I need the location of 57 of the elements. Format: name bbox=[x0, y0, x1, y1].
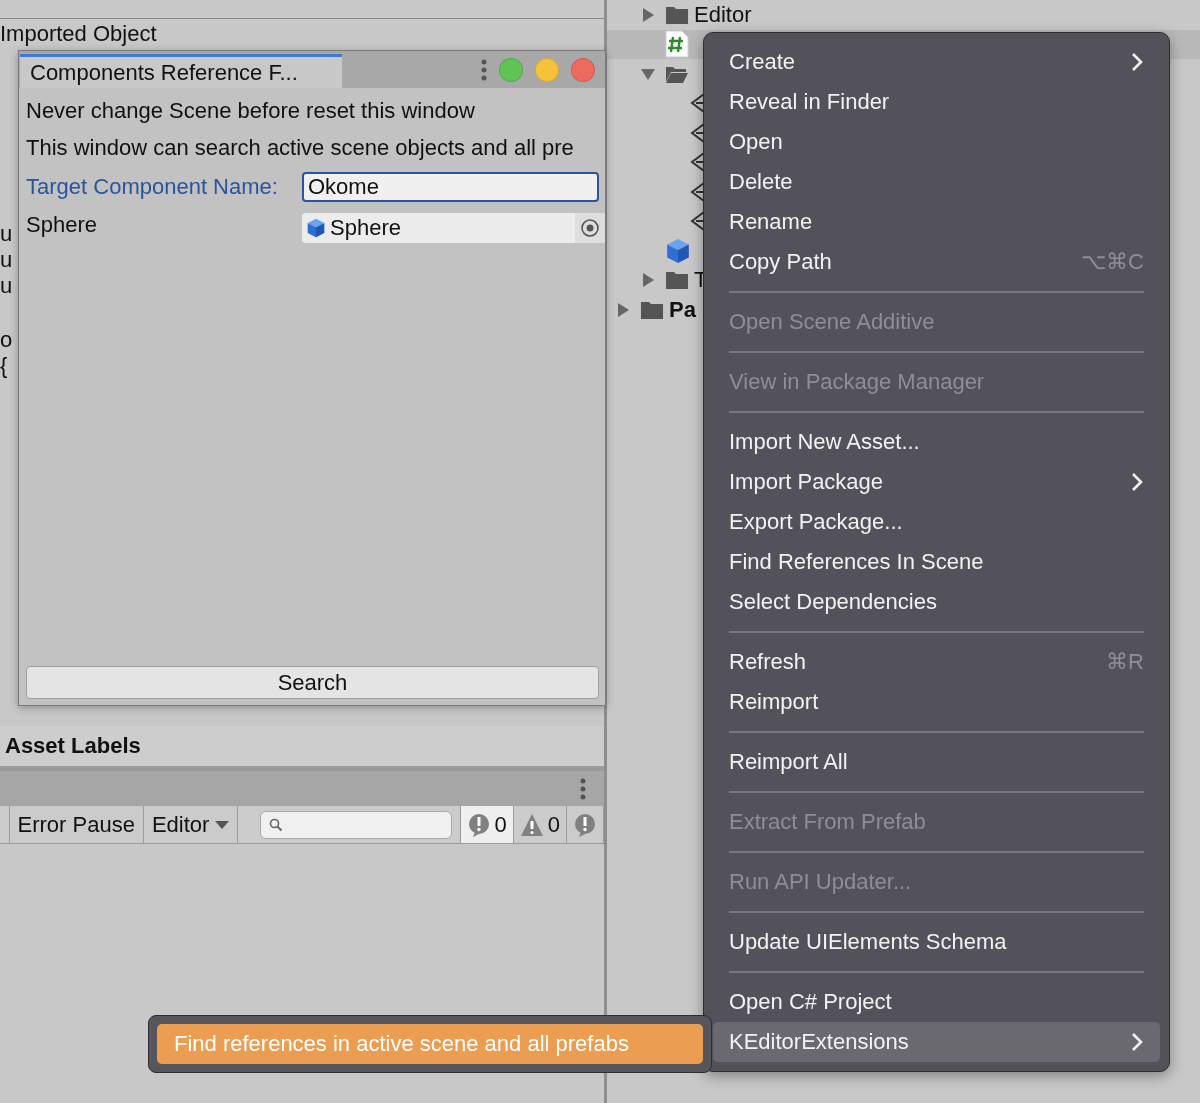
menu-item[interactable]: Delete bbox=[713, 162, 1160, 203]
error-icon bbox=[466, 812, 491, 837]
asset-labels-title: Asset Labels bbox=[5, 733, 141, 759]
search-icon bbox=[269, 817, 284, 832]
info-text: This window can search active scene objects and all pre bbox=[26, 134, 575, 162]
menu-item[interactable]: Select Dependencies bbox=[713, 582, 1160, 623]
target-component-input[interactable]: Okome bbox=[302, 172, 599, 202]
chevron-right-icon bbox=[1130, 1031, 1144, 1052]
inspector-text: u bbox=[0, 247, 14, 273]
inspector-text: u bbox=[0, 221, 14, 247]
target-picker-icon[interactable] bbox=[575, 213, 605, 243]
expand-arrow-icon[interactable] bbox=[640, 6, 656, 23]
caret-icon bbox=[215, 819, 230, 830]
object-field[interactable]: Sphere bbox=[302, 213, 605, 243]
chevron-right-icon bbox=[1130, 52, 1144, 72]
more-icon[interactable] bbox=[580, 777, 586, 800]
menu-item[interactable]: KEditorExtensions bbox=[713, 1021, 1160, 1062]
inspector-header: Imported Object bbox=[0, 20, 158, 48]
menu-item[interactable]: Export Package... bbox=[713, 502, 1160, 543]
menu-item[interactable]: Open C# Project bbox=[713, 981, 1160, 1022]
warning-icon bbox=[519, 812, 544, 837]
inspector-text: { bbox=[0, 353, 9, 379]
menu-item[interactable]: Import New Asset... bbox=[713, 422, 1160, 463]
field-label: Target Component Name: bbox=[26, 174, 279, 200]
menu-item[interactable]: Reveal in Finder bbox=[713, 82, 1160, 123]
more-icon[interactable] bbox=[481, 58, 487, 81]
chevron-right-icon bbox=[1130, 472, 1144, 493]
tree-label: Pa bbox=[669, 296, 696, 323]
menu-item[interactable]: Open bbox=[713, 122, 1160, 163]
window-tab[interactable]: Components Reference F... bbox=[20, 54, 342, 88]
cube-icon bbox=[665, 237, 691, 264]
close-icon[interactable] bbox=[571, 57, 595, 82]
menu-item[interactable]: Rename bbox=[713, 202, 1160, 243]
menu-item[interactable]: Refresh ⌘R bbox=[713, 642, 1160, 683]
cube-icon bbox=[306, 218, 326, 238]
folder-icon bbox=[665, 270, 689, 291]
menu-item[interactable]: Reimport bbox=[713, 682, 1160, 723]
error-icon bbox=[573, 812, 597, 837]
expand-arrow-icon[interactable] bbox=[640, 272, 656, 289]
script-icon bbox=[665, 30, 689, 59]
menu-item[interactable]: Reimport All bbox=[713, 742, 1160, 783]
inspector-text: o bbox=[0, 327, 14, 353]
menu-item[interactable]: Find References In Scene bbox=[713, 542, 1160, 583]
search-field[interactable] bbox=[260, 810, 452, 839]
inspector-text: u bbox=[0, 273, 14, 299]
search-button[interactable]: Search bbox=[26, 666, 599, 699]
menu-item[interactable]: Create bbox=[713, 42, 1160, 83]
menu-item[interactable]: Copy Path ⌥⌘C bbox=[713, 242, 1160, 283]
info-text: Never change Scene before reset this window bbox=[26, 97, 476, 125]
folder-icon bbox=[640, 299, 664, 320]
menu-item[interactable]: Update UIElements Schema bbox=[713, 921, 1160, 962]
folder-icon bbox=[665, 4, 689, 25]
tree-label: Editor bbox=[694, 1, 752, 28]
expand-arrow-icon[interactable] bbox=[615, 301, 631, 318]
log-counter-button[interactable]: 0 bbox=[460, 806, 514, 843]
field-label: Sphere bbox=[26, 212, 98, 238]
menu-item[interactable]: Import Package bbox=[713, 462, 1160, 503]
